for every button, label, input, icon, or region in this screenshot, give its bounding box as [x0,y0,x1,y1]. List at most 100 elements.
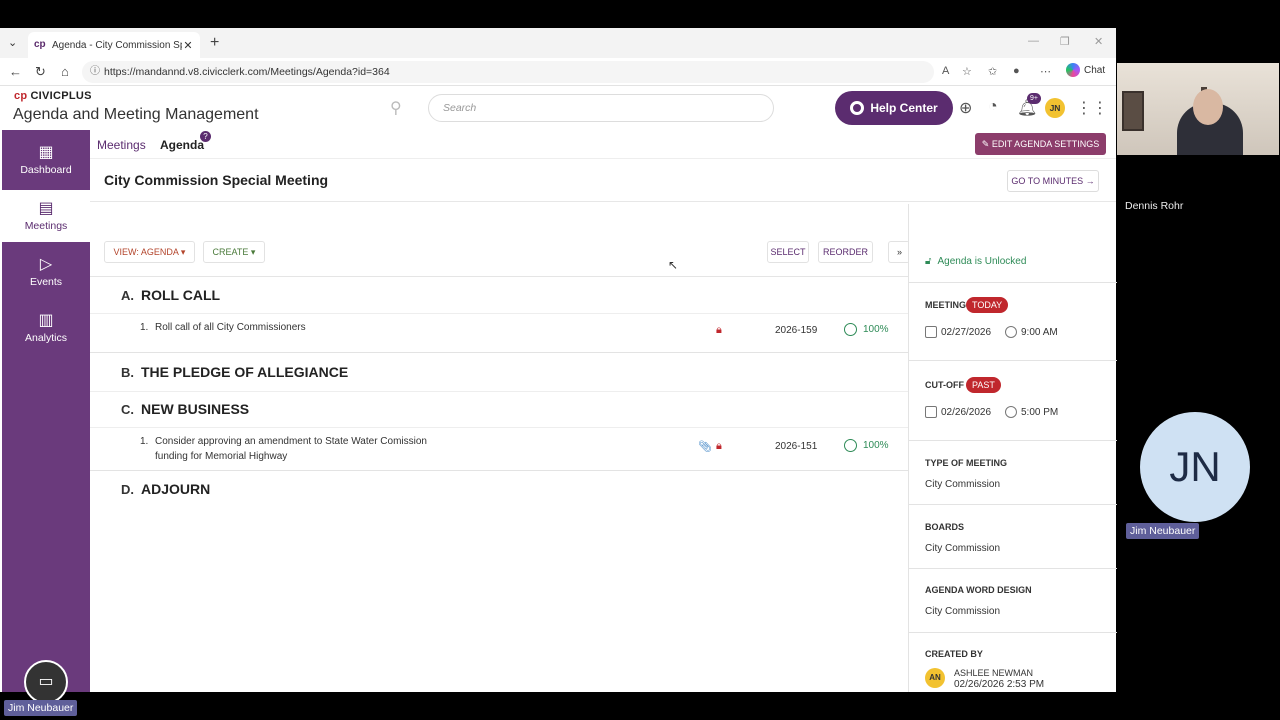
profile-icon[interactable]: ● [1013,65,1020,77]
sidebar-item-meetings[interactable]: ▤ Meetings [2,190,90,242]
civicplus-logo[interactable]: cp CIVICPLUS [14,90,92,102]
lifebuoy-icon [850,101,865,115]
created-by-label: CREATED BY [925,649,983,659]
participant-avatar[interactable]: JN [1140,412,1250,522]
lock-icon: 🔒︎ [716,440,722,452]
new-tab-icon[interactable]: + [210,34,219,52]
date-value: 02/26/2026 [941,406,992,418]
agenda-lock-status[interactable]: 🔓︎ Agenda is Unlocked [925,256,1026,267]
address-bar: ← ↻ ⌂ ⓘ https://mandannd.v8.civicclerk.c… [0,58,1116,86]
item-progress: 100% [844,323,889,336]
sidebar-item-analytics[interactable]: ▥ Analytics [2,302,90,354]
attachment-icon[interactable]: 📎︎ [698,440,712,453]
participant-name-tag: Jim Neubauer [1126,523,1200,539]
agenda-item-row[interactable]: 1. Consider approving an amendment to St… [90,427,908,471]
agenda-list: A. ROLL CALL 1. Roll call of all City Co… [90,276,908,692]
view-agenda-dropdown[interactable]: VIEW: AGENDA ▾ [104,241,195,263]
page-title: City Commission Special Meeting [104,172,329,188]
create-dropdown[interactable]: CREATE ▾ [203,241,265,263]
edit-agenda-settings-button[interactable]: ✎ EDIT AGENDA SETTINGS [975,133,1106,155]
app: cp CIVICPLUS Agenda and Meeting Managemen… [0,86,1117,704]
today-badge: TODAY [966,297,1009,313]
close-window-icon[interactable]: ✕ [1094,35,1103,48]
events-icon: ▷ [39,256,53,273]
creator-avatar: AN [925,668,945,688]
search-input[interactable]: Search [428,94,774,122]
section-letter: D. [121,482,134,497]
creator-name: ASHLEE NEWMAN [954,668,1034,678]
help-question-icon[interactable]: ? [200,131,211,142]
sidebar-item-label: Meetings [24,220,68,232]
civicplus-favicon-icon: cp [34,39,46,50]
copilot-chat-button[interactable]: Chat [1066,63,1105,77]
browser-window: ⌄ cp Agenda - City Commission Special ✕ … [0,28,1117,704]
cutoff-date: 02/26/2026 [925,406,991,418]
agenda-section[interactable]: A. ROLL CALL [90,277,908,313]
breadcrumb-agenda: Agenda [160,138,205,152]
tab-list-chevron-icon[interactable]: ⌄ [8,36,22,50]
edit-label: EDIT AGENDA SETTINGS [991,139,1100,149]
agenda-section[interactable]: B. THE PLEDGE OF ALLEGIANCE [90,355,908,391]
past-badge: PAST [966,377,1001,393]
lock-status-text: Agenda is Unlocked [937,256,1027,267]
go-to-minutes-button[interactable]: GO TO MINUTES → [1007,170,1099,192]
divider [909,360,1117,361]
cutoff-label: CUT-OFF [925,380,964,390]
analytics-icon: ▥ [38,312,54,329]
minimize-icon[interactable]: — [1028,35,1039,47]
refresh-icon[interactable]: ↻ [35,64,46,80]
agenda-section[interactable]: D. ADJOURN [90,473,908,509]
select-button[interactable]: SELECT [767,241,809,263]
chat-bubble-icon: ▭ [38,673,54,690]
help-label: Help Center [870,101,938,115]
self-name-tag: Jim Neubauer [4,700,78,716]
more-icon[interactable]: ⋯ [1040,65,1051,78]
caret-down-icon: ▾ [250,247,256,257]
help-center-button[interactable]: Help Center [835,91,953,125]
time-value: 9:00 AM [1021,326,1058,338]
apps-grid-icon[interactable]: ⋮⋮ [1076,98,1108,118]
collapse-panel-button[interactable]: » [888,241,910,263]
sidebar-item-dashboard[interactable]: ▦ Dashboard [2,134,90,186]
close-tab-icon[interactable]: ✕ [182,39,194,52]
boards-value: City Commission [925,543,1001,554]
browser-tab[interactable]: cp Agenda - City Commission Special ✕ [28,32,200,58]
add-icon[interactable]: ⊕ [959,98,972,118]
section-title: NEW BUSINESS [141,401,250,417]
brand-name: CIVICPLUS [30,90,92,102]
lock-icon: 🔒︎ [716,324,722,336]
favorites-icon[interactable]: ✩ [988,65,997,78]
home-icon[interactable]: ⌂ [61,64,69,79]
back-icon[interactable]: ← [9,64,22,79]
progress-ring-icon [844,439,857,452]
chat-label: Chat [1084,64,1106,76]
sidebar-item-events[interactable]: ▷ Events [2,246,90,298]
chat-bubble-button[interactable]: ▭ [24,660,68,704]
participant-video[interactable] [1117,63,1279,155]
item-number: 1. [140,322,149,333]
divider [909,632,1117,633]
pencil-icon: ✎ [981,139,992,149]
url-field[interactable]: ⓘ https://mandannd.v8.civicclerk.com/Mee… [82,61,934,83]
participant-name: Dennis Rohr [1125,200,1184,212]
restore-icon[interactable]: ❐ [1060,35,1070,48]
wall-frame [1122,91,1144,131]
breadcrumb-meetings[interactable]: Meetings [97,138,146,152]
meeting-date: 02/27/2026 [925,326,991,338]
favorite-star-icon[interactable]: ☆ [962,65,972,78]
boards-label: BOARDS [925,522,965,532]
sidebar: ▦ Dashboard ▤ Meetings ▷ Events ▥ Analyt… [2,130,90,704]
search-icon[interactable]: ⚲ [390,98,402,118]
agenda-section[interactable]: C. NEW BUSINESS [90,391,908,427]
sidebar-item-label: Events [29,276,63,288]
agenda-item-row[interactable]: 1. Roll call of all City Commissioners 🔒… [90,313,908,353]
view-label: VIEW: AGENDA [113,247,179,257]
section-title: ADJOURN [141,481,211,497]
site-info-icon[interactable]: ⓘ [90,61,100,83]
history-icon[interactable]: ◔ [988,98,998,116]
read-aloud-icon[interactable]: A [942,65,949,77]
progress-value: 100% [863,440,889,451]
user-avatar[interactable]: JN [1045,98,1065,118]
reorder-button[interactable]: REORDER [818,241,873,263]
type-label: TYPE OF MEETING [925,458,1008,468]
